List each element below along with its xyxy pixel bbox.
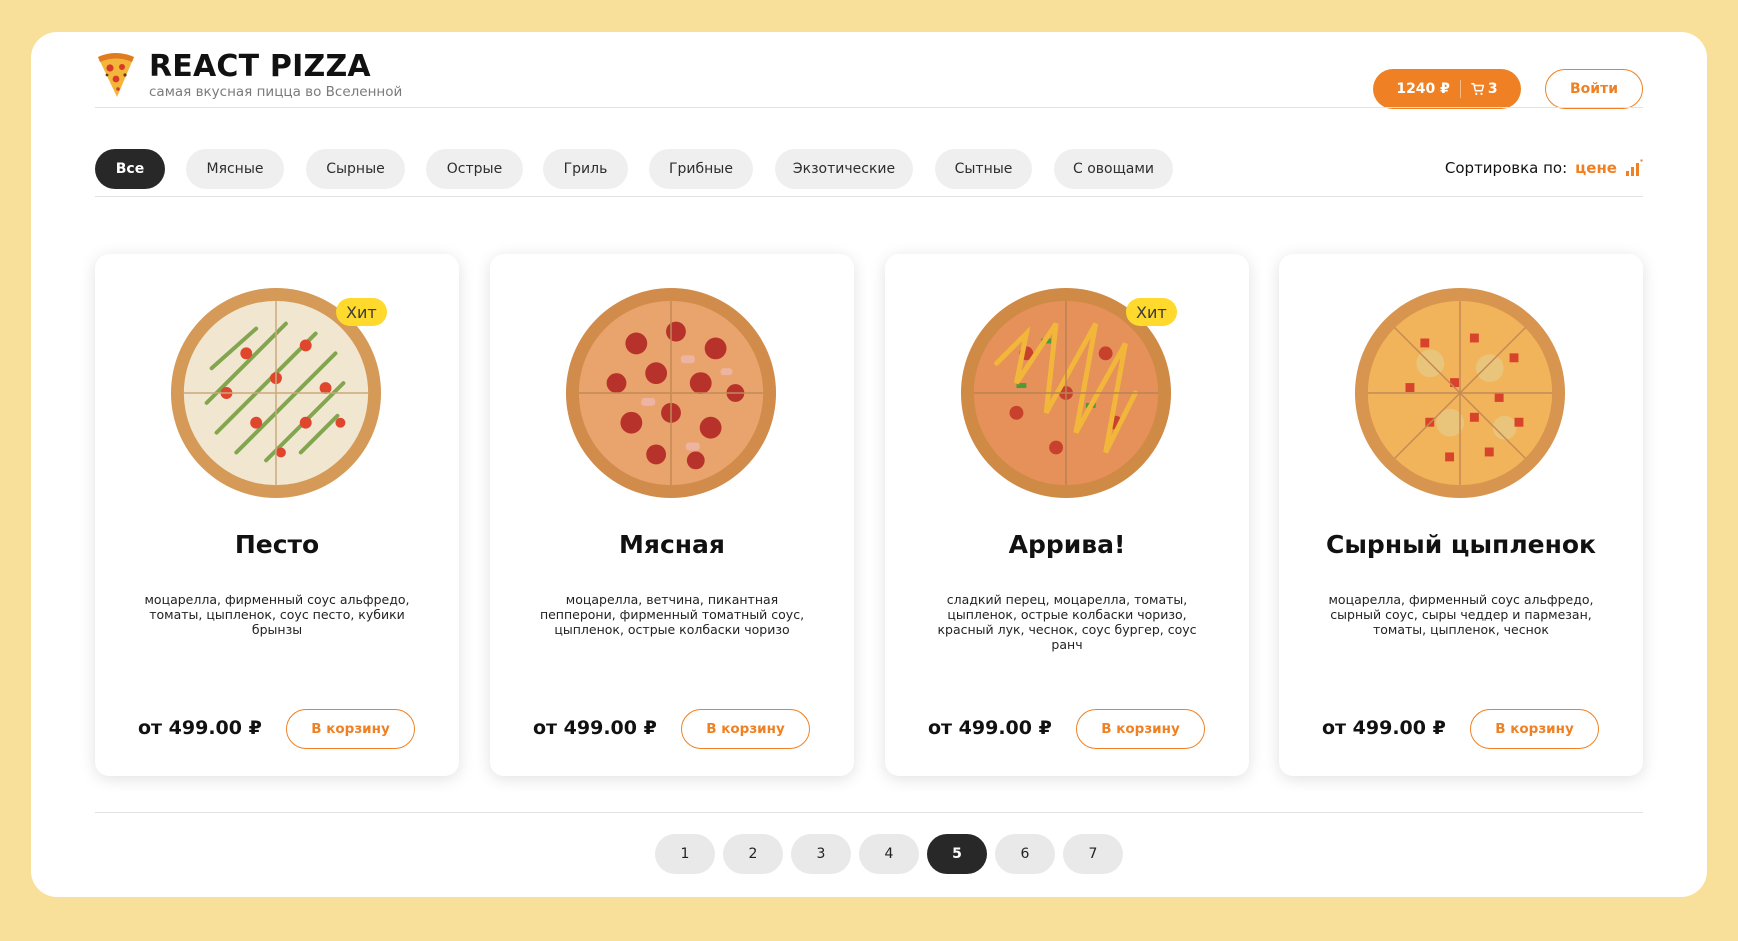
- pizza-image: [565, 287, 777, 499]
- pizza-price: от 499.00 ₽: [1322, 717, 1446, 739]
- page-button-7[interactable]: 7: [1063, 834, 1123, 874]
- sort-value[interactable]: цене: [1575, 159, 1617, 177]
- pizza-title: Аррива!: [1008, 530, 1126, 559]
- category-mushroom[interactable]: Грибные: [649, 149, 753, 189]
- categories-bar: Все Мясные Сырные Острые Гриль Грибные Э…: [95, 149, 1643, 191]
- pizza-description: моцарелла, фирменный соус альфредо, тома…: [144, 592, 410, 637]
- pizza-price: от 499.00 ₽: [533, 717, 657, 739]
- pizza-card: Сырный цыпленок моцарелла, фирменный соу…: [1279, 254, 1643, 776]
- app-window: REACT PIZZA самая вкусная пицца во Вселе…: [31, 32, 1707, 897]
- pizza-description: моцарелла, фирменный соус альфредо, сырн…: [1328, 592, 1594, 637]
- pizza-image: [1354, 287, 1566, 499]
- category-cheese[interactable]: Сырные: [306, 149, 405, 189]
- add-to-cart-button[interactable]: В корзину: [286, 709, 415, 749]
- category-meat[interactable]: Мясные: [186, 149, 284, 189]
- hit-badge: Хит: [336, 298, 387, 326]
- pizza-card: Хит Песто моцарелла, фирменный соус альф…: [95, 254, 459, 776]
- cart-count: 3: [1487, 81, 1498, 97]
- cart-divider: [1459, 80, 1461, 98]
- page-button-4[interactable]: 4: [859, 834, 919, 874]
- hit-badge: Хит: [1126, 298, 1177, 326]
- pizza-title: Сырный цыпленок: [1325, 530, 1597, 559]
- pizza-grid: Хит Песто моцарелла, фирменный соус альф…: [95, 254, 1643, 776]
- pizza-description: моцарелла, ветчина, пикантная пепперони,…: [539, 592, 805, 637]
- category-hearty[interactable]: Сытные: [935, 149, 1032, 189]
- page-button-1[interactable]: 1: [655, 834, 715, 874]
- login-button[interactable]: Войти: [1545, 69, 1643, 109]
- category-spicy[interactable]: Острые: [426, 149, 523, 189]
- page-button-6[interactable]: 6: [995, 834, 1055, 874]
- add-to-cart-button[interactable]: В корзину: [681, 709, 810, 749]
- page-button-5[interactable]: 5: [927, 834, 987, 874]
- pizza-description: сладкий перец, моцарелла, томаты, цыплен…: [937, 592, 1197, 652]
- pizza-slice-icon: [98, 53, 134, 97]
- category-all[interactable]: Все: [95, 149, 165, 189]
- add-to-cart-button[interactable]: В корзину: [1470, 709, 1599, 749]
- category-grill[interactable]: Гриль: [543, 149, 628, 189]
- pizza-card: Мясная моцарелла, ветчина, пикантная пеп…: [490, 254, 854, 776]
- page-button-2[interactable]: 2: [723, 834, 783, 874]
- pagination: 1 2 3 4 5 6 7: [31, 834, 1707, 876]
- app-subtitle: самая вкусная пицца во Вселенной: [149, 84, 403, 100]
- app-title: REACT PIZZA: [149, 49, 371, 84]
- pizza-price: от 499.00 ₽: [138, 717, 262, 739]
- category-vegetables[interactable]: С овощами: [1054, 149, 1173, 189]
- sort-bars-icon[interactable]: [1625, 159, 1643, 177]
- content-divider: [95, 812, 1643, 813]
- sort-control: Сортировка по: цене: [1445, 159, 1643, 177]
- sort-label: Сортировка по:: [1444, 159, 1568, 177]
- pizza-title: Песто: [234, 530, 320, 559]
- pizza-price: от 499.00 ₽: [928, 717, 1052, 739]
- cart-total: 1240 ₽: [1396, 81, 1450, 97]
- cart-button[interactable]: 1240 ₽ 3: [1373, 69, 1521, 109]
- cart-icon: [1471, 83, 1485, 95]
- add-to-cart-button[interactable]: В корзину: [1076, 709, 1205, 749]
- header-divider: [95, 107, 1643, 108]
- categories-divider: [95, 196, 1643, 197]
- pizza-card: Хит Аррива! сладкий перец, моцарелла, то…: [885, 254, 1249, 776]
- logo[interactable]: REACT PIZZA самая вкусная пицца во Вселе…: [95, 50, 402, 100]
- page-button-3[interactable]: 3: [791, 834, 851, 874]
- pizza-title: Мясная: [619, 530, 725, 559]
- category-exotic[interactable]: Экзотические: [775, 149, 913, 189]
